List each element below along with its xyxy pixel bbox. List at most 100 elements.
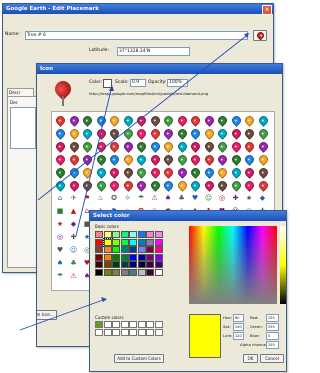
map-symbol-icon[interactable]: ◆ <box>70 220 78 228</box>
cancel-button[interactable]: Cancel <box>260 354 284 363</box>
pushpin-icon[interactable] <box>135 166 148 179</box>
pushpin-icon[interactable] <box>162 114 175 127</box>
red-field[interactable]: 255 <box>266 314 279 322</box>
custom-color-swatch[interactable] <box>154 328 163 336</box>
pushpin-icon[interactable] <box>175 179 189 192</box>
basic-color-swatch[interactable] <box>120 253 129 261</box>
pushpin-icon[interactable] <box>162 127 175 140</box>
sat-field[interactable]: 240 <box>233 323 244 331</box>
pushpin-icon[interactable] <box>256 166 270 179</box>
luminance-bar[interactable] <box>280 226 286 304</box>
pushpin-icon[interactable] <box>108 140 121 153</box>
custom-color-swatch[interactable] <box>112 328 120 336</box>
basic-color-swatch[interactable] <box>137 268 146 276</box>
map-symbol-icon[interactable]: ☂ <box>56 272 64 280</box>
pushpin-icon[interactable] <box>229 127 243 140</box>
map-symbol-icon[interactable]: ♠ <box>56 259 64 267</box>
pushpin-icon[interactable] <box>243 140 256 153</box>
pushpin-icon[interactable] <box>202 114 216 127</box>
basic-color-swatch[interactable] <box>120 231 129 238</box>
basic-color-swatch[interactable] <box>146 261 154 268</box>
pushpin-icon[interactable] <box>54 127 67 140</box>
basic-color-swatch[interactable] <box>103 246 112 253</box>
basic-color-swatch[interactable] <box>120 261 129 268</box>
map-symbol-icon[interactable]: ◆ <box>259 194 267 202</box>
custom-color-swatch[interactable] <box>154 321 163 328</box>
pushpin-icon[interactable] <box>216 114 229 127</box>
basic-color-swatch[interactable] <box>102 237 113 247</box>
pushpin-icon[interactable] <box>81 127 94 140</box>
pushpin-icon[interactable] <box>256 114 270 127</box>
basic-color-swatch[interactable] <box>112 246 120 253</box>
pushpin-icon[interactable] <box>54 153 67 166</box>
map-symbol-icon[interactable]: ♥ <box>191 194 199 202</box>
pushpin-icon[interactable] <box>229 166 243 179</box>
basic-color-swatch[interactable] <box>129 268 137 276</box>
pushpin-icon[interactable] <box>229 153 243 166</box>
alpha-channel-field[interactable]: 255 <box>266 341 279 349</box>
custom-color-swatch[interactable] <box>103 321 112 328</box>
pushpin-icon[interactable] <box>94 114 108 127</box>
basic-color-swatch[interactable] <box>112 268 120 276</box>
pushpin-icon[interactable] <box>108 127 121 140</box>
ok-button[interactable]: OK <box>243 354 258 363</box>
basic-color-swatch[interactable] <box>95 238 103 246</box>
custom-color-swatch[interactable] <box>120 321 129 328</box>
pushpin-icon[interactable] <box>229 179 243 192</box>
pushpin-icon[interactable] <box>243 114 256 127</box>
pushpin-icon[interactable] <box>108 166 121 179</box>
pushpin-icon[interactable] <box>81 153 94 166</box>
pushpin-icon[interactable] <box>81 114 94 127</box>
pushpin-icon[interactable] <box>216 166 229 179</box>
basic-color-swatch[interactable] <box>120 246 129 253</box>
pushpin-icon[interactable] <box>148 127 162 140</box>
basic-color-swatch[interactable] <box>154 238 163 246</box>
basic-color-swatch[interactable] <box>112 238 120 246</box>
pushpin-icon[interactable] <box>81 166 94 179</box>
basic-color-swatch[interactable] <box>146 246 154 253</box>
blue-field[interactable]: 0 <box>266 332 279 340</box>
basic-color-swatch[interactable] <box>129 238 137 246</box>
pushpin-icon[interactable] <box>175 127 189 140</box>
custom-color-swatch[interactable] <box>129 328 137 336</box>
map-symbol-icon[interactable]: ☂ <box>137 194 145 202</box>
pushpin-icon[interactable] <box>121 114 135 127</box>
map-symbol-icon[interactable]: ♠ <box>164 194 172 202</box>
basic-color-swatch[interactable] <box>103 253 112 261</box>
basic-color-swatch[interactable] <box>154 246 163 253</box>
pushpin-icon[interactable] <box>67 140 81 153</box>
basic-color-swatch[interactable] <box>103 261 112 268</box>
pushpin-icon[interactable] <box>81 140 94 153</box>
placemark-icon-button[interactable] <box>253 30 267 41</box>
pushpin-icon[interactable] <box>189 179 202 192</box>
map-symbol-icon[interactable]: ⚠ <box>70 272 78 280</box>
basic-color-swatch[interactable] <box>137 238 146 246</box>
basic-color-swatch[interactable] <box>103 268 112 276</box>
pushpin-icon[interactable] <box>121 127 135 140</box>
pushpin-icon[interactable] <box>67 153 81 166</box>
add-custom-icon-button[interactable]: Add Custom Icon... <box>37 310 57 320</box>
basic-color-swatch[interactable] <box>95 246 103 253</box>
map-symbol-icon[interactable]: ★ <box>56 220 64 228</box>
pushpin-icon[interactable] <box>81 179 94 192</box>
map-symbol-icon[interactable]: ♣ <box>70 259 78 267</box>
pushpin-icon[interactable] <box>162 179 175 192</box>
pushpin-icon[interactable] <box>175 140 189 153</box>
map-symbol-icon[interactable]: ♥ <box>56 246 64 254</box>
map-symbol-icon[interactable]: ⌂ <box>56 194 64 202</box>
pushpin-icon[interactable] <box>175 166 189 179</box>
basic-color-swatch[interactable] <box>129 246 137 253</box>
pushpin-icon[interactable] <box>189 127 202 140</box>
pushpin-icon[interactable] <box>67 114 81 127</box>
pushpin-icon[interactable] <box>243 127 256 140</box>
pushpin-icon[interactable] <box>67 127 81 140</box>
pushpin-icon[interactable] <box>202 153 216 166</box>
map-symbol-icon[interactable]: ☺ <box>70 246 78 254</box>
map-symbol-icon[interactable]: ☺ <box>205 194 213 202</box>
pushpin-icon[interactable] <box>229 140 243 153</box>
pushpin-icon[interactable] <box>216 179 229 192</box>
pushpin-icon[interactable] <box>148 179 162 192</box>
pushpin-icon[interactable] <box>108 179 121 192</box>
color-spectrum[interactable] <box>189 226 277 304</box>
custom-color-swatch[interactable] <box>129 321 137 328</box>
